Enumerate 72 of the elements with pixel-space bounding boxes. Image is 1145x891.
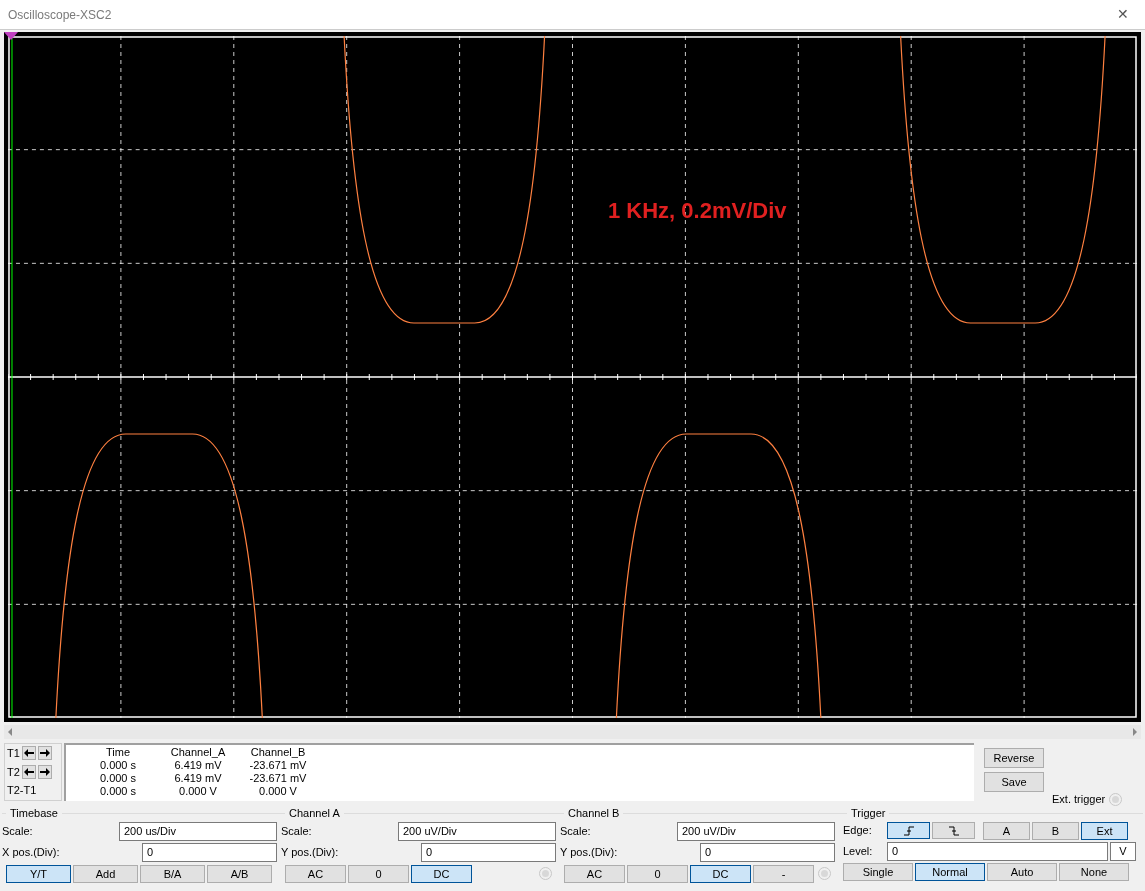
cursor-label: T2-T1 [7, 783, 37, 799]
group-title: Timebase [9, 806, 59, 821]
mode-button[interactable]: A [983, 821, 1030, 840]
screen-annotation: 1 KHz, 0.2mV/Div [608, 197, 787, 225]
mode-button[interactable]: Ext [1081, 821, 1128, 840]
mode-button[interactable]: 0 [348, 864, 409, 883]
radio-icon[interactable] [1109, 792, 1123, 806]
unit-field[interactable]: V [1110, 841, 1136, 861]
mode-button[interactable]: DC [411, 864, 472, 883]
radio-icon[interactable] [818, 867, 831, 880]
table-cell: 6.419 mV [174, 772, 222, 785]
text-field[interactable]: 200 us/Div [119, 821, 277, 841]
group-title: Channel A [288, 806, 341, 821]
cursor-marker-icon[interactable] [4, 32, 18, 40]
group-title: Channel B [567, 806, 621, 821]
table-cell: 0.000 V [179, 785, 217, 798]
text-field[interactable]: 200 uV/Div [677, 821, 835, 841]
mode-button[interactable]: AC [285, 864, 346, 883]
mode-button[interactable]: DC [690, 864, 751, 883]
text-field[interactable]: 0 [887, 841, 1108, 861]
edge-button[interactable] [887, 822, 930, 839]
mode-button[interactable]: - [753, 864, 814, 883]
field-label: Y pos.(Div): [281, 844, 339, 860]
field-label: Edge: [843, 823, 873, 839]
table-cell: -23.671 mV [249, 759, 307, 772]
falling-edge-icon [947, 825, 960, 836]
text-field[interactable]: 200 uV/Div [398, 821, 556, 841]
action-button[interactable]: Save [984, 772, 1044, 792]
cursor-label: T2 [7, 764, 20, 780]
table-cell: 0.000 s [99, 785, 137, 798]
cursor-label: T1 [7, 746, 20, 762]
table-cell: 6.419 mV [174, 759, 222, 772]
rising-edge-icon [902, 825, 915, 836]
text-field[interactable]: 0 [421, 842, 556, 862]
edge-button[interactable] [932, 822, 975, 839]
mode-button[interactable]: B [1032, 821, 1079, 840]
field-label: Scale: [2, 823, 33, 839]
table-cell: 0.000 s [99, 772, 137, 785]
radio-icon[interactable] [539, 867, 552, 880]
column-header: Channel_B [250, 746, 306, 759]
field-label: Y pos.(Div): [560, 844, 618, 860]
text-field[interactable]: 0 [700, 842, 835, 862]
mode-button[interactable]: Add [73, 864, 138, 883]
mode-button[interactable]: AC [564, 864, 625, 883]
column-header: Time [105, 746, 130, 759]
field-label: X pos.(Div): [2, 844, 60, 860]
action-button[interactable]: Reverse [984, 748, 1044, 768]
field-label: Scale: [281, 823, 312, 839]
mode-button[interactable]: Y/T [6, 864, 71, 883]
mode-button[interactable]: Single [843, 862, 913, 881]
mode-button[interactable]: 0 [627, 864, 688, 883]
left-arrow-button[interactable] [21, 765, 36, 779]
horizontal-scrollbar[interactable] [4, 725, 1141, 739]
field-label: Scale: [560, 823, 591, 839]
ext-trigger-label: Ext. trigger [1052, 792, 1106, 807]
table-cell: -23.671 mV [249, 772, 307, 785]
group-title: Trigger [850, 806, 887, 821]
table-cell: 0.000 V [259, 785, 297, 798]
close-button[interactable]: ✕ [1117, 4, 1137, 25]
text-field[interactable]: 0 [142, 842, 277, 862]
column-header: Channel_A [170, 746, 226, 759]
mode-button[interactable]: Auto [987, 862, 1057, 881]
table-cell: 0.000 s [99, 759, 137, 772]
right-arrow-button[interactable] [37, 746, 52, 761]
mode-button[interactable]: None [1059, 862, 1129, 881]
field-label: Level: [843, 843, 874, 859]
mode-button[interactable]: A/B [207, 864, 272, 883]
left-arrow-button[interactable] [21, 746, 36, 761]
right-arrow-button[interactable] [37, 765, 52, 779]
mode-button[interactable]: Normal [915, 862, 985, 881]
window-title: Oscilloscope-XSC2 [8, 6, 112, 24]
mode-button[interactable]: B/A [140, 864, 205, 883]
